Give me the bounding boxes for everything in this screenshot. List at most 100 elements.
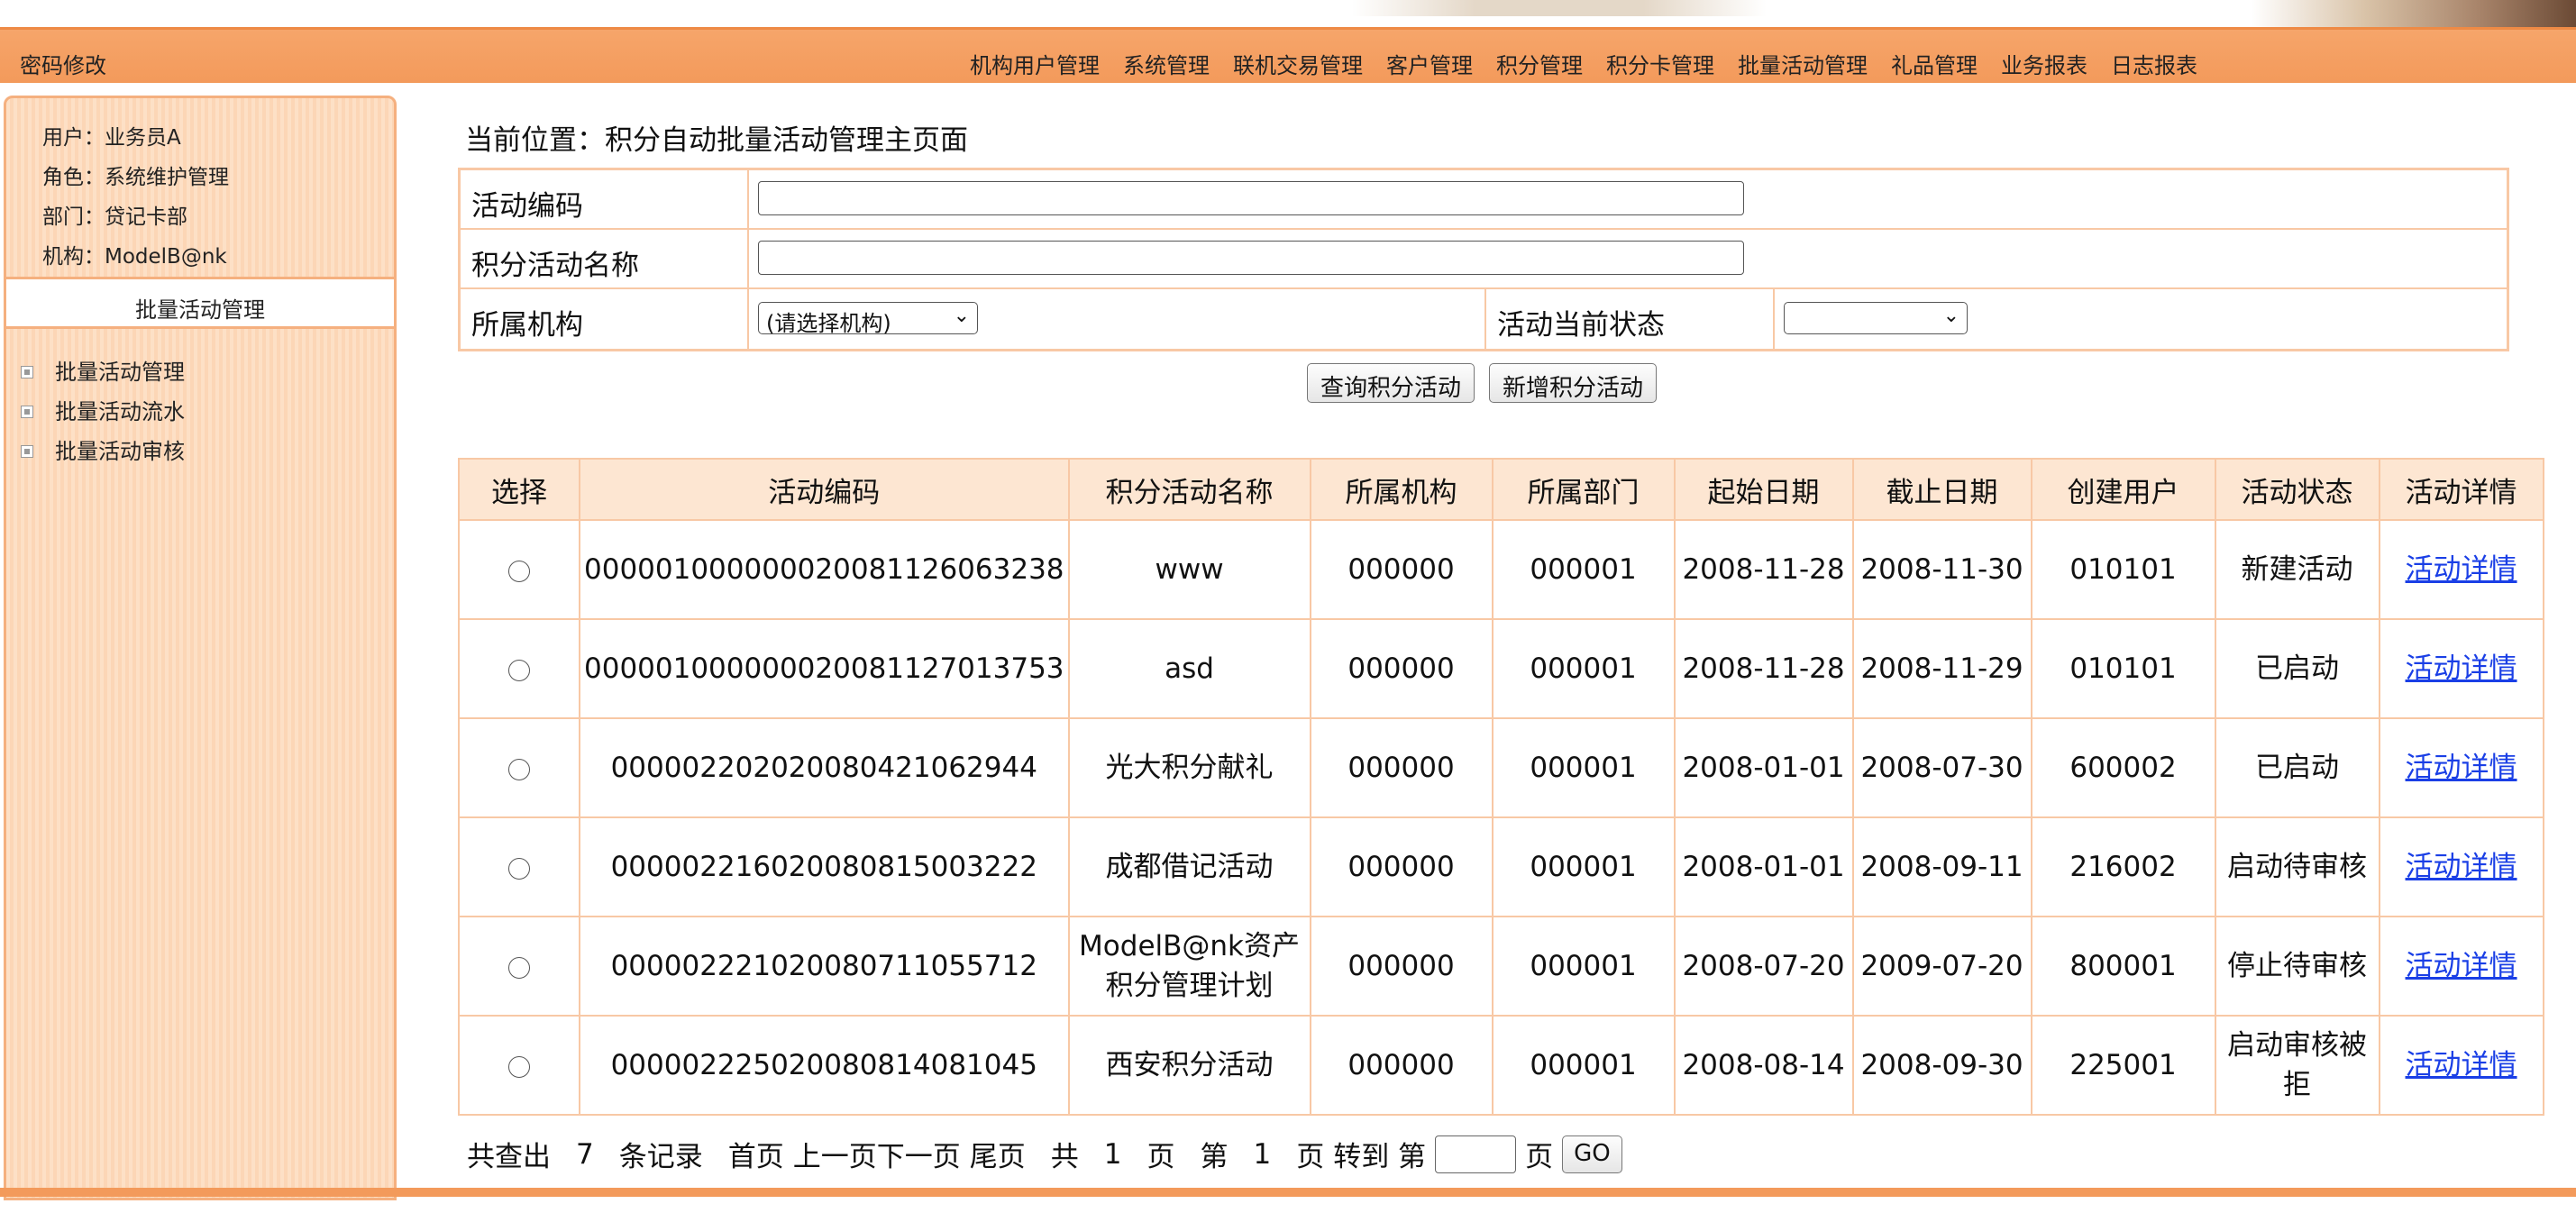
- prev-page-link[interactable]: 上一页: [793, 1134, 877, 1174]
- activity-start: 2008-11-28: [1673, 519, 1854, 620]
- go-button[interactable]: GO: [1562, 1135, 1622, 1173]
- activity-code-input[interactable]: [758, 181, 1744, 215]
- detail-cell: 活动详情: [2378, 717, 2544, 818]
- status-select[interactable]: ⌄: [1784, 302, 1968, 334]
- detail-cell: 活动详情: [2378, 1015, 2544, 1116]
- divider: [747, 289, 749, 349]
- breadcrumb: 当前位置：积分自动批量活动管理主页面: [465, 124, 968, 157]
- top-banner: [0, 0, 2576, 27]
- query-activity-button[interactable]: 查询积分活动: [1307, 363, 1475, 403]
- nav-system-mgmt[interactable]: 系统管理: [1123, 48, 1210, 79]
- activity-status: 启动待审核: [2214, 816, 2380, 917]
- activity-code: 000002225020080814081045: [579, 1015, 1070, 1116]
- activity-org: 000000: [1309, 618, 1494, 719]
- col-header-dept: 所属部门: [1491, 458, 1676, 521]
- activity-end: 2008-07-30: [1851, 717, 2032, 818]
- activity-detail-link[interactable]: 活动详情: [2406, 851, 2517, 883]
- activity-detail-link[interactable]: 活动详情: [2406, 553, 2517, 586]
- org-select-value: (请选择机构): [766, 311, 891, 336]
- detail-cell: 活动详情: [2378, 816, 2544, 917]
- table-row: 000002202020080421062944 光大积分献礼 000000 0…: [458, 717, 2544, 818]
- table-row: 000001000000020081127013753 asd 000000 0…: [458, 618, 2544, 719]
- activity-org: 000000: [1309, 519, 1494, 620]
- detail-cell: 活动详情: [2378, 519, 2544, 620]
- row-select-cell: [458, 519, 580, 620]
- bullet-square-icon: [21, 366, 33, 378]
- activity-detail-link[interactable]: 活动详情: [2406, 652, 2517, 685]
- row-select-cell: [458, 1015, 580, 1116]
- table-row: 000002221020080711055712 ModelB@nk资产积分管理…: [458, 916, 2544, 1017]
- chevron-down-icon: ⌄: [953, 305, 970, 327]
- add-activity-button[interactable]: 新增积分活动: [1489, 363, 1658, 403]
- row-select-cell: [458, 717, 580, 818]
- activity-start: 2008-01-01: [1673, 717, 1854, 818]
- org-select[interactable]: (请选择机构) ⌄: [758, 302, 978, 336]
- col-header-select: 选择: [458, 458, 580, 521]
- activity-name: ModelB@nk资产积分管理计划: [1067, 916, 1311, 1017]
- nav-online-trade-mgmt[interactable]: 联机交易管理: [1233, 48, 1363, 79]
- current-page: 1: [1253, 1137, 1272, 1171]
- pagination-bar: 共查出 7 条记录 首页 上一页 下一页 尾页 共 1 页 第 1 页 转到 第…: [467, 1134, 1622, 1174]
- col-header-status: 活动状态: [2214, 458, 2380, 521]
- activity-code: 000002216020080815003222: [579, 816, 1070, 917]
- change-password-link[interactable]: 密码修改: [20, 48, 106, 79]
- user-dept: 部门：贷记卡部: [42, 205, 187, 229]
- activity-user: 010101: [2030, 618, 2216, 719]
- banner-logo-art: [1352, 0, 1767, 16]
- nav-org-user-mgmt[interactable]: 机构用户管理: [970, 48, 1100, 79]
- goto-page-input[interactable]: [1435, 1135, 1517, 1173]
- activity-user: 800001: [2030, 916, 2216, 1017]
- activity-org: 000000: [1309, 717, 1494, 818]
- nav-customer-mgmt[interactable]: 客户管理: [1386, 48, 1473, 79]
- activity-start: 2008-01-01: [1673, 816, 1854, 917]
- row-radio[interactable]: [508, 659, 530, 681]
- col-header-detail: 活动详情: [2378, 458, 2544, 521]
- row-radio[interactable]: [508, 857, 530, 880]
- sidebar-item-batch-activity-review[interactable]: 批量活动审核: [21, 432, 185, 471]
- activity-status: 已启动: [2214, 717, 2380, 818]
- nav-log-reports[interactable]: 日志报表: [2111, 48, 2197, 79]
- activity-name: 西安积分活动: [1067, 1015, 1311, 1116]
- activity-name-input[interactable]: [758, 241, 1744, 275]
- search-row-code: 活动编码: [461, 170, 2507, 230]
- current-suffix: 页: [1296, 1141, 1325, 1173]
- activity-name: 成都借记活动: [1067, 816, 1311, 917]
- user-org: 机构：ModelB@nk: [42, 245, 227, 269]
- nav-gift-mgmt[interactable]: 礼品管理: [1891, 48, 1978, 79]
- last-page-link[interactable]: 尾页: [970, 1134, 1026, 1174]
- sidebar-item-batch-activity-log[interactable]: 批量活动流水: [21, 392, 185, 432]
- activity-detail-link[interactable]: 活动详情: [2406, 752, 2517, 784]
- activity-org: 000000: [1309, 916, 1494, 1017]
- pages-suffix: 页: [1146, 1141, 1175, 1173]
- sidebar-item-batch-activity-mgmt[interactable]: 批量活动管理: [21, 352, 185, 392]
- nav-batch-activity-mgmt[interactable]: 批量活动管理: [1738, 48, 1868, 79]
- activity-end: 2008-11-30: [1851, 519, 2032, 620]
- nav-points-card-mgmt[interactable]: 积分卡管理: [1606, 48, 1714, 79]
- activity-end: 2008-09-11: [1851, 816, 2032, 917]
- sidebar-section-header: 批量活动管理: [6, 277, 394, 329]
- activity-detail-link[interactable]: 活动详情: [2406, 1049, 2517, 1081]
- total-count: 7: [576, 1137, 594, 1171]
- nav-business-reports[interactable]: 业务报表: [2001, 48, 2087, 79]
- row-radio[interactable]: [508, 956, 530, 979]
- activity-status: 新建活动: [2214, 519, 2380, 620]
- row-radio[interactable]: [508, 758, 530, 780]
- row-radio[interactable]: [508, 1055, 530, 1078]
- row-select-cell: [458, 618, 580, 719]
- col-header-org: 所属机构: [1309, 458, 1494, 521]
- current-prefix: 第: [1200, 1141, 1229, 1173]
- row-radio[interactable]: [508, 560, 530, 582]
- nav-points-mgmt[interactable]: 积分管理: [1496, 48, 1583, 79]
- activity-detail-link[interactable]: 活动详情: [2406, 950, 2517, 982]
- divider: [747, 230, 749, 289]
- first-page-link[interactable]: 首页: [728, 1134, 784, 1174]
- total-prefix: 共查出: [467, 1141, 551, 1173]
- activity-end: 2008-09-30: [1851, 1015, 2032, 1116]
- banner-decoration: [2252, 0, 2576, 27]
- activity-name: www: [1067, 519, 1311, 620]
- goto-suffix: 页: [1525, 1141, 1554, 1173]
- status-label: 活动当前状态: [1497, 309, 1665, 342]
- next-page-link[interactable]: 下一页: [877, 1134, 961, 1174]
- activity-dept: 000001: [1491, 717, 1676, 818]
- col-header-start: 起始日期: [1673, 458, 1854, 521]
